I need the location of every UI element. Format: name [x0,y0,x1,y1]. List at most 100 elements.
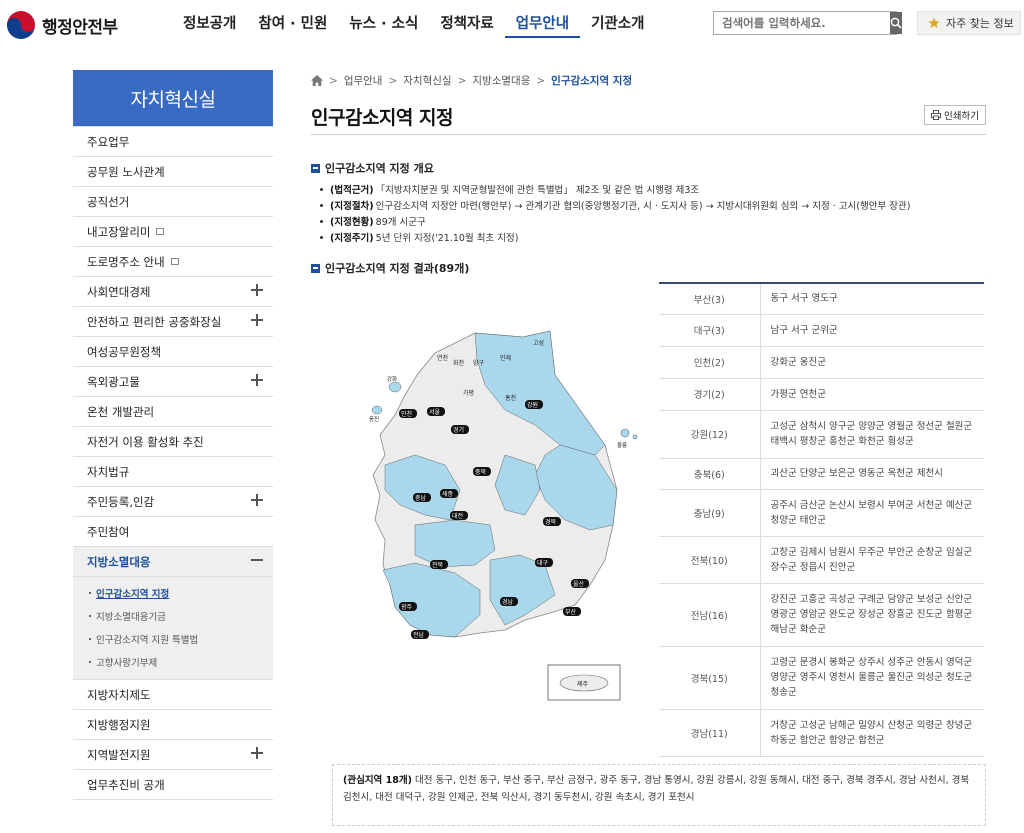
region-list: 가평군 연천군 [760,378,984,411]
search-button[interactable] [890,12,902,34]
breadcrumb-item[interactable]: 업무안내 [344,73,383,88]
sidebar-item-label: 공직선거 [87,194,130,209]
sidebar-item[interactable]: 지역발전지원 [73,740,273,770]
overview-text: 5년 단위 지정('21.10월 최초 지정) [375,233,519,244]
nav-item-work[interactable]: 업무안내 [504,14,581,38]
print-button[interactable]: 인쇄하기 [924,105,986,125]
home-icon[interactable] [311,75,323,86]
site-header: 행정안전부 정보공개 참여 · 민원 뉴스 · 소식 정책자료 업무안내 기관소… [0,0,1024,50]
sidebar-item[interactable]: 여성공무원정책 [73,337,273,367]
region-name: 충북(6) [659,458,761,490]
map-label: 옹진 [369,415,379,423]
region-list: 고성군 삼척시 양구군 양양군 영월군 정선군 철원군 태백시 평창군 홍천군 … [760,410,984,459]
sidebar-item[interactable]: 업무추진비 공개 [73,770,273,800]
svg-text:경남: 경남 [502,598,514,606]
sidebar-item[interactable]: 주민등록,인감 [73,487,273,517]
table-row: 경북(15) 고령군 문경시 봉화군 상주시 성주군 안동시 영덕군 영양군 영주… [659,646,984,710]
map-label: 양구 [473,359,485,367]
site-logo[interactable]: 행정안전부 [6,10,118,40]
plus-icon[interactable] [251,314,263,326]
region-name: 전북(10) [659,536,761,584]
overview-text: 「지방자치분권 및 지역균형발전에 관한 특별법」 제2조 및 같은 법 시행령… [375,185,700,196]
breadcrumb-item[interactable]: 지방소멸대응 [472,73,530,88]
overview-key: (지정절차) [330,201,374,212]
faq-button[interactable]: 자주 찾는 정보 [917,11,1021,35]
sidebar-item-label: 내고장알리미 [87,224,151,239]
region-name: 대구(3) [659,314,761,347]
submenu-item[interactable]: 고향사랑기부제 [73,650,273,673]
map-badge: 대구 [535,558,553,567]
nav-item-info[interactable]: 정보공개 [172,14,247,38]
plus-icon[interactable] [251,494,263,506]
sidebar-item[interactable]: 옥외광고물 [73,367,273,397]
overview-key: (지정현황) [330,217,374,228]
map-badge: 광주 [399,602,417,611]
minus-icon[interactable] [251,554,263,566]
region-list: 강화군 옹진군 [760,346,984,379]
sidebar-item[interactable]: 주민참여 [73,517,273,547]
region-name: 경기(2) [659,378,761,411]
map-label: 연천 [437,354,448,362]
sidebar-item[interactable]: 내고장알리미 [73,217,273,247]
sidebar-item[interactable]: 공직선거 [73,187,273,217]
nav-item-news[interactable]: 뉴스 · 소식 [338,14,429,38]
sidebar-item[interactable]: 자전거 이용 활성화 추진 [73,427,273,457]
table-row: 부산(3) 동구 서구 영도구 [659,283,984,315]
svg-text:전남: 전남 [413,631,425,639]
submenu-item[interactable]: 지방소멸대응기금 [73,604,273,627]
plus-icon[interactable] [251,747,263,759]
search-input[interactable] [714,12,890,34]
table-row: 인천(2) 강화군 옹진군 [659,346,984,379]
nav-item-about[interactable]: 기관소개 [580,14,655,38]
svg-text:전북: 전북 [432,561,444,569]
plus-icon[interactable] [251,374,263,386]
sidebar-item[interactable]: 공무원 노사관계 [73,157,273,187]
map-badge: 전북 [430,560,448,569]
nav-item-participation[interactable]: 참여 · 민원 [247,14,338,38]
sidebar-item[interactable]: 주요업무 [73,127,273,157]
table-row: 충남(9) 공주시 금산군 논산시 보령시 부여군 서천군 예산군 청양군 태안군 [659,489,984,537]
printer-icon [931,110,942,120]
svg-text:서울: 서울 [429,408,441,416]
sidebar: 자치혁신실 주요업무 공무원 노사관계 공직선거 내고장알리미 도로명주소 안내… [73,70,273,800]
region-name: 강원(12) [659,410,761,459]
submenu-item[interactable]: 인구감소지역 지원 특별법 [73,627,273,650]
map-label: 홍천 [505,394,516,402]
sidebar-item-label: 업무추진비 공개 [87,777,165,792]
search-icon [890,17,902,29]
table-row: 충북(6) 괴산군 단양군 보은군 영동군 옥천군 제천시 [659,458,984,490]
overview-item: (지정절차) 인구감소지역 지정안 마련(행안부) → 관계기관 협의(중앙행정기… [320,197,910,213]
plus-icon[interactable] [251,284,263,296]
table-row: 강원(12) 고성군 삼척시 양구군 양양군 영월군 정선군 철원군 태백시 평창… [659,410,984,459]
map-label: 제주 [577,680,589,688]
overview-item: (법적근거) 「지방자치분권 및 지역균형발전에 관한 특별법」 제2조 및 같은… [320,181,910,197]
map-badge: 경남 [500,597,518,606]
svg-text:인천: 인천 [401,410,412,418]
sidebar-item-label: 옥외광고물 [87,374,140,389]
breadcrumb-current: 인구감소지역 지정 [551,75,633,87]
svg-text:울산: 울산 [573,580,585,588]
faq-label: 자주 찾는 정보 [946,17,1014,30]
title-divider [311,134,986,135]
sidebar-item-label: 공무원 노사관계 [87,164,165,179]
breadcrumb-item[interactable]: 자치혁신실 [403,73,451,88]
sidebar-item-active[interactable]: 지방소멸대응 [73,547,273,577]
map-island-ongjin [371,405,383,415]
section-heading-overview: 인구감소지역 지정 개요 [311,160,434,176]
sidebar-item[interactable]: 사회연대경제 [73,277,273,307]
sidebar-item-label: 자전거 이용 활성화 추진 [87,434,204,449]
sidebar-item[interactable]: 온천 개발관리 [73,397,273,427]
table-row: 경기(2) 가평군 연천군 [659,378,984,411]
note-text: 대전 동구, 인천 동구, 부산 중구, 부산 금정구, 광주 동구, 경남 통… [343,775,970,803]
nav-item-policy[interactable]: 정책자료 [429,14,504,38]
breadcrumb-separator: > [536,74,546,87]
section-title: 인구감소지역 지정 개요 [325,162,434,175]
sidebar-item[interactable]: 도로명주소 안내 [73,247,273,277]
sidebar-item[interactable]: 지방자치제도 [73,680,273,710]
sidebar-item[interactable]: 안전하고 편리한 공중화장실 [73,307,273,337]
sidebar-item[interactable]: 지방행정지원 [73,710,273,740]
submenu-item-active[interactable]: 인구감소지역 지정 [73,581,273,604]
sidebar-item-label: 주민등록,인감 [87,494,155,509]
sidebar-item[interactable]: 자치법규 [73,457,273,487]
table-row: 전남(16) 강진군 고흥군 곡성군 구례군 담양군 보성군 신안군 영광군 영암… [659,583,984,647]
